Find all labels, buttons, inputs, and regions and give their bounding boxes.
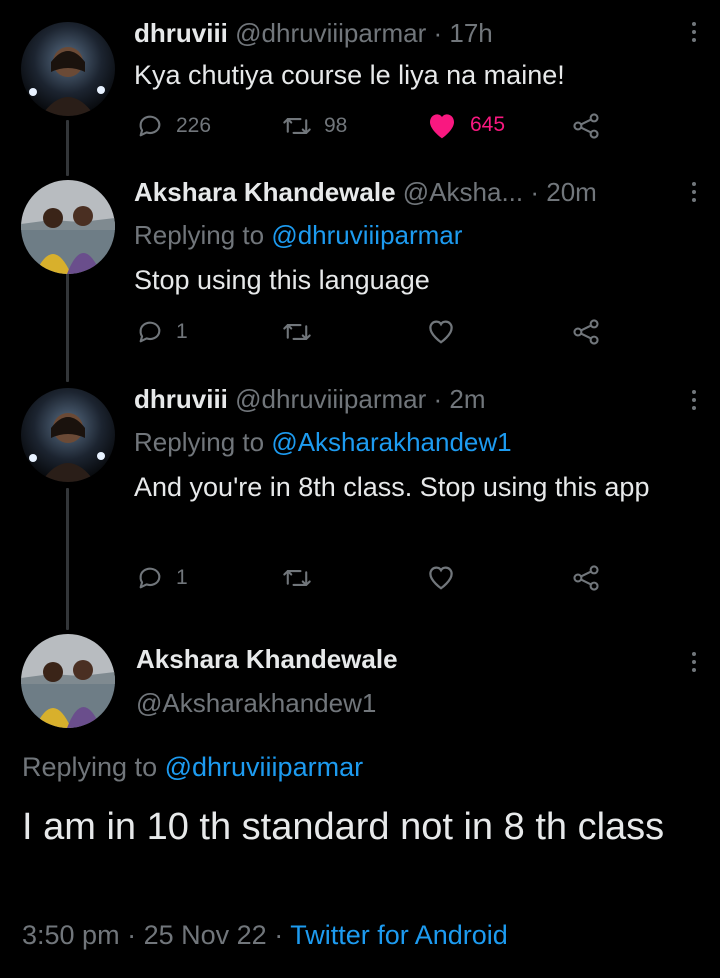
avatar[interactable] — [21, 634, 115, 728]
display-name[interactable]: dhruviii — [134, 384, 228, 414]
handle[interactable]: @dhruviiiparmar — [235, 18, 426, 48]
reply-count: 1 — [176, 566, 188, 589]
avatar[interactable] — [21, 180, 115, 274]
tweet-time[interactable]: 3:50 pm — [22, 920, 120, 950]
avatar[interactable] — [21, 388, 115, 482]
tweet-meta: 3:50 pm · 25 Nov 22 · Twitter for Androi… — [22, 920, 508, 951]
tweet-header: dhruviii @dhruviiiparmar · 2m — [134, 384, 486, 415]
retweet-button[interactable]: 98 — [282, 112, 347, 140]
replying-to: Replying to @Aksharakhandew1 — [134, 427, 512, 458]
retweet-button[interactable] — [282, 318, 312, 346]
more-icon[interactable] — [690, 22, 698, 42]
heart-icon — [426, 110, 458, 140]
retweet-icon — [282, 318, 312, 346]
replying-handle-link[interactable]: @dhruviiiparmar — [271, 220, 462, 250]
retweet-icon — [282, 564, 312, 592]
retweet-count: 98 — [324, 114, 348, 137]
handle[interactable]: @Aksha... — [403, 177, 523, 207]
replying-prefix: Replying to — [134, 220, 265, 250]
thread-line — [66, 488, 69, 630]
replying-to: Replying to @dhruviiiparmar — [22, 752, 363, 783]
tweet-header: Akshara Khandewale @Aksha... · 20m — [134, 177, 597, 208]
handle[interactable]: @dhruviiiparmar — [235, 384, 426, 414]
timestamp[interactable]: · 2m — [434, 384, 486, 414]
heart-icon — [426, 563, 456, 591]
tweet-date[interactable]: 25 Nov 22 — [144, 920, 267, 950]
reply-icon — [136, 318, 164, 346]
share-icon — [571, 564, 601, 592]
share-icon — [571, 318, 601, 346]
replying-handle-link[interactable]: @dhruviiiparmar — [165, 752, 363, 782]
reply-button[interactable]: 1 — [136, 318, 188, 346]
reply-count: 1 — [176, 320, 188, 343]
reply-button[interactable]: 226 — [136, 112, 211, 140]
tweet-text: And you're in 8th class. Stop using this… — [134, 472, 650, 502]
tweet-text: I am in 10 th standard not in 8 th class — [22, 806, 665, 848]
tweet-header: dhruviii @dhruviiiparmar · 17h — [134, 18, 493, 49]
reply-count: 226 — [176, 114, 212, 137]
tweet-source-link[interactable]: Twitter for Android — [290, 920, 508, 950]
like-button[interactable] — [426, 563, 456, 591]
tweet-text: Kya chutiya course le liya na maine! — [134, 60, 565, 90]
avatar[interactable] — [21, 22, 115, 116]
handle[interactable]: @Aksharakhandew1 — [136, 688, 376, 719]
like-button[interactable]: 645 — [426, 110, 505, 140]
more-icon[interactable] — [690, 182, 698, 202]
share-button[interactable] — [571, 112, 601, 140]
reply-icon — [136, 112, 164, 140]
heart-icon — [426, 317, 456, 345]
display-name[interactable]: Akshara Khandewale — [134, 177, 396, 207]
timestamp[interactable]: · 17h — [434, 18, 493, 48]
replying-prefix: Replying to — [22, 752, 158, 782]
separator: · — [127, 920, 137, 950]
thread-line — [66, 270, 69, 382]
like-button[interactable] — [426, 317, 456, 345]
timestamp[interactable]: · 20m — [530, 177, 596, 207]
share-icon — [571, 112, 601, 140]
more-icon[interactable] — [690, 390, 698, 410]
more-icon[interactable] — [690, 652, 698, 672]
reply-icon — [136, 564, 164, 592]
reply-button[interactable]: 1 — [136, 564, 188, 592]
tweet-text: Stop using this language — [134, 265, 430, 295]
replying-prefix: Replying to — [134, 427, 265, 457]
retweet-icon — [282, 112, 312, 140]
replying-to: Replying to @dhruviiiparmar — [134, 220, 462, 251]
like-count: 645 — [470, 113, 506, 136]
share-button[interactable] — [571, 318, 601, 346]
separator: · — [274, 920, 284, 950]
retweet-button[interactable] — [282, 564, 312, 592]
display-name[interactable]: Akshara Khandewale — [136, 644, 398, 675]
thread-line — [66, 120, 69, 176]
replying-handle-link[interactable]: @Aksharakhandew1 — [271, 427, 511, 457]
share-button[interactable] — [571, 564, 601, 592]
display-name[interactable]: dhruviii — [134, 18, 228, 48]
